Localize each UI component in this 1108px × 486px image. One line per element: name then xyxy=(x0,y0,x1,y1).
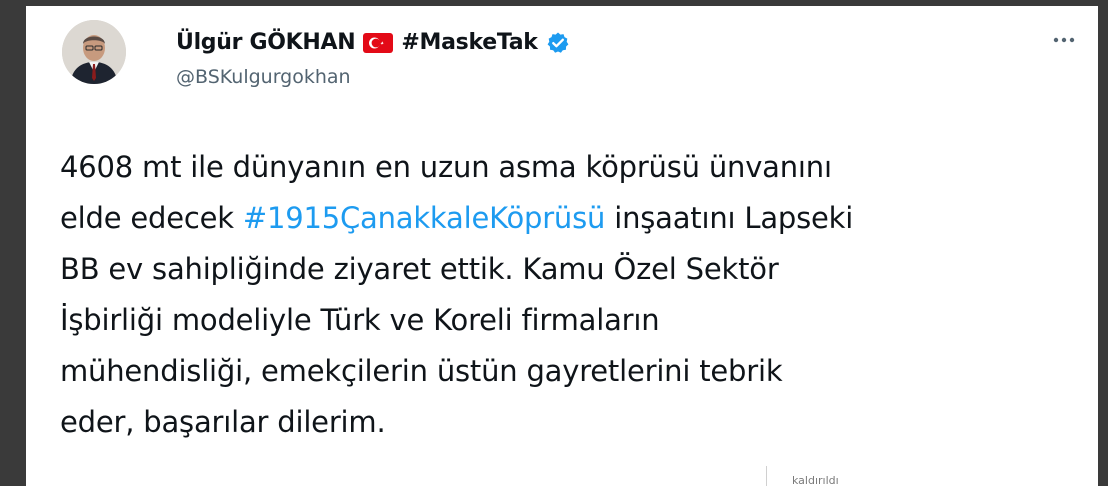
screenshot-frame: Ülgür GÖKHAN #MaskeTak @BSKulgurgokhan 4… xyxy=(0,0,1108,486)
avatar[interactable] xyxy=(62,20,126,84)
turkey-flag-icon xyxy=(363,32,394,53)
author-name-hashtag: #MaskeTak xyxy=(401,30,538,55)
tweet-line: mühendisliği, emekçilerin üstün gayretle… xyxy=(60,354,783,388)
author-handle[interactable]: @BSKulgurgokhan xyxy=(176,66,351,88)
more-options-icon xyxy=(1053,37,1075,43)
tweet-card[interactable]: Ülgür GÖKHAN #MaskeTak @BSKulgurgokhan 4… xyxy=(26,6,1098,466)
author-display-name[interactable]: Ülgür GÖKHAN xyxy=(176,30,356,55)
column-divider xyxy=(766,466,767,486)
tweet-text: 4608 mt ile dünyanın en uzun asma köprüs… xyxy=(60,142,1070,448)
verified-badge-icon xyxy=(546,31,570,55)
tweet-line: eder, başarılar dilerim. xyxy=(60,405,386,439)
tweet-line: elde edecek #1915ÇanakkaleKöprüsü inşaat… xyxy=(60,193,1070,244)
tweet-line: 4608 mt ile dünyanın en uzun asma köprüs… xyxy=(60,150,832,184)
underlying-page-strip: kaldırıldı xyxy=(26,466,1098,486)
author-name-row: Ülgür GÖKHAN #MaskeTak xyxy=(176,30,570,55)
profile-photo-icon xyxy=(62,20,126,84)
tweet-line-segment: inşaatını Lapseki xyxy=(605,201,854,235)
faded-footer-text: kaldırıldı xyxy=(792,474,839,486)
hashtag-link[interactable]: #1915ÇanakkaleKöprüsü xyxy=(243,201,606,235)
more-options-button[interactable] xyxy=(1044,28,1084,52)
tweet-line: İşbirliği modeliyle Türk ve Koreli firma… xyxy=(60,303,660,337)
tweet-line-segment: elde edecek xyxy=(60,201,243,235)
tweet-line: BB ev sahipliğinde ziyaret ettik. Kamu Ö… xyxy=(60,252,779,286)
